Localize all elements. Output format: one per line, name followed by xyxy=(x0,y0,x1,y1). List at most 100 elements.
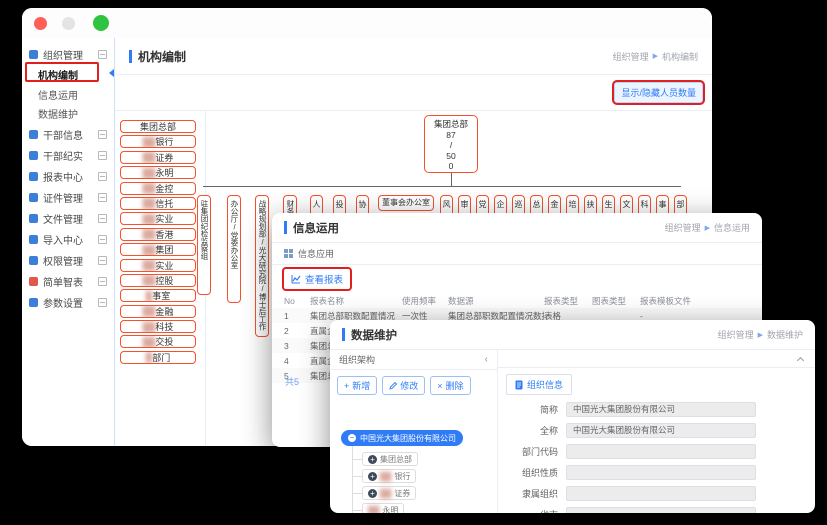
maximize-window-icon[interactable] xyxy=(93,15,109,31)
org-list-item[interactable]: 集团总部 xyxy=(120,120,196,133)
breadcrumb-parent[interactable]: 组织管理 xyxy=(613,50,649,63)
parent-org-field[interactable] xyxy=(566,486,756,501)
collapse-minus-icon[interactable] xyxy=(98,130,107,139)
breadcrumb: 组织管理 ▶ 机构编制 xyxy=(613,50,698,63)
breadcrumb: 组织管理 ▶ 信息运用 xyxy=(665,221,750,234)
org-list-item[interactable]: ██香港 xyxy=(120,228,196,241)
collapse-minus-icon[interactable] xyxy=(98,298,107,307)
table-total-count[interactable]: 共5 xyxy=(285,375,299,388)
org-list-item[interactable]: ██金融 xyxy=(120,305,196,318)
field-label: 部门代码 xyxy=(498,445,558,458)
minimize-window-icon[interactable] xyxy=(62,17,75,30)
full-name-field[interactable]: 中国光大集团股份有限公司 xyxy=(566,423,756,438)
collapse-minus-icon[interactable] xyxy=(98,214,107,223)
collapse-bar[interactable] xyxy=(498,350,815,368)
sidebar-item-import-center[interactable]: 导入中心 xyxy=(22,229,114,249)
toggle-hidden-count-button[interactable]: 显示/隐藏人员数量 xyxy=(614,82,703,103)
collapse-minus-icon[interactable] xyxy=(98,256,107,265)
chart-node[interactable]: 办公厅/党委办公室19/80 xyxy=(227,195,241,303)
collapse-node-icon[interactable]: − xyxy=(348,434,356,442)
sidebar-item-org-structure[interactable]: 机构编制 xyxy=(22,64,114,84)
org-list-item[interactable]: ██科技 xyxy=(120,320,196,333)
collapse-minus-icon[interactable] xyxy=(98,151,107,160)
cadre-info-icon xyxy=(29,130,38,139)
province-city-field[interactable] xyxy=(566,507,756,514)
sidebar-item-parameter-settings[interactable]: 参数设置 xyxy=(22,292,114,312)
org-list-item[interactable]: ██集团 xyxy=(120,243,196,256)
org-list-item[interactable]: ██银行 xyxy=(120,135,196,148)
form-row: 简称 中国光大集团股份有限公司 xyxy=(498,401,815,417)
view-report-button[interactable]: 查看报表 xyxy=(284,269,350,289)
expand-node-icon[interactable]: + xyxy=(368,455,377,464)
breadcrumb: 组织管理 ▶ 数据维护 xyxy=(718,328,803,341)
delete-node-button[interactable]: ×删除 xyxy=(430,376,470,395)
chart-toolbar: 显示/隐藏人员数量 xyxy=(115,75,712,111)
expand-node-icon[interactable]: + xyxy=(368,489,377,498)
field-label: 省市 xyxy=(498,508,558,514)
chevron-up-icon xyxy=(797,357,804,364)
org-list-item[interactable]: ██证券 xyxy=(120,151,196,164)
edit-node-button[interactable]: 修改 xyxy=(382,376,425,395)
collapse-minus-icon[interactable] xyxy=(98,235,107,244)
title-accent-bar xyxy=(342,328,345,341)
tab-org-info[interactable]: 组织信息 xyxy=(506,374,572,395)
org-list-item[interactable]: █事室 xyxy=(120,289,196,302)
chart-node[interactable]: 驻集团纪检监察组13/50 xyxy=(197,195,211,295)
sidebar-group-label: 组织管理 xyxy=(43,47,98,62)
sidebar-item-certificate-mgmt[interactable]: 证件管理 xyxy=(22,187,114,207)
org-list-item[interactable]: █部门 xyxy=(120,351,196,364)
collapse-minus-icon[interactable] xyxy=(98,277,107,286)
expand-node-icon[interactable]: + xyxy=(368,472,377,481)
tree-node[interactable]: + ██ 银行 xyxy=(362,469,416,483)
tree-node[interactable]: + ██ 证券 xyxy=(362,486,416,500)
grid-icon xyxy=(284,249,293,258)
collapse-minus-icon[interactable] xyxy=(98,50,107,59)
org-list-item[interactable]: ██永明 xyxy=(120,166,196,179)
close-window-icon[interactable] xyxy=(34,17,47,30)
collapse-pane-icon[interactable]: ‹ xyxy=(485,354,488,365)
sidebar-group-org-management[interactable]: 组织管理 xyxy=(22,44,114,64)
sidebar-item-simple-report[interactable]: 简单智表 xyxy=(22,271,114,291)
sidebar-item-file-mgmt[interactable]: 文件管理 xyxy=(22,208,114,228)
document-icon xyxy=(515,380,523,390)
breadcrumb-parent[interactable]: 组织管理 xyxy=(665,221,701,234)
org-list-item[interactable]: ██金控 xyxy=(120,182,196,195)
sidebar-item-data-maintenance[interactable]: 数据维护 xyxy=(22,103,114,123)
org-info-form: 简称 中国光大集团股份有限公司 全称 中国光大集团股份有限公司 部门代码 组织性… xyxy=(498,396,815,513)
tree-node[interactable]: ██ 永明 xyxy=(362,503,404,513)
form-row: 组织性质 xyxy=(498,464,815,480)
report-table-header: No 报表名称 使用频率 数据源 报表类型 图表类型 报表模板文件 xyxy=(272,293,762,308)
department-code-field[interactable] xyxy=(566,444,756,459)
collapse-minus-icon[interactable] xyxy=(98,193,107,202)
org-nature-field[interactable] xyxy=(566,465,756,480)
org-list-item[interactable]: ██控股 xyxy=(120,274,196,287)
breadcrumb-current: 机构编制 xyxy=(662,50,698,63)
chart-node[interactable]: 董事会办公室 xyxy=(378,195,434,211)
simple-report-icon xyxy=(29,277,38,286)
tree-node[interactable]: + 集团总部 xyxy=(362,452,418,466)
breadcrumb-parent[interactable]: 组织管理 xyxy=(718,328,754,341)
add-node-button[interactable]: +新增 xyxy=(337,376,377,395)
screenshot-stage: 组织管理 机构编制 信息运用 数据维护 干部信息 干部纪实 xyxy=(0,0,827,525)
collapse-minus-icon[interactable] xyxy=(98,172,107,181)
breadcrumb-arrow-icon: ▶ xyxy=(758,331,763,339)
org-list-item[interactable]: ██信托 xyxy=(120,197,196,210)
sidebar-item-permission-mgmt[interactable]: 权限管理 xyxy=(22,250,114,270)
certificate-icon xyxy=(29,193,38,202)
info-panel-title: 信息运用 xyxy=(293,220,339,236)
org-list-item[interactable]: ██实业 xyxy=(120,212,196,225)
chart-node[interactable]: 战略规划部/光大研究院/博士后工作站 xyxy=(255,195,269,337)
short-name-field[interactable]: 中国光大集团股份有限公司 xyxy=(566,402,756,417)
sidebar-item-info-usage[interactable]: 信息运用 xyxy=(22,84,114,104)
sidebar-item-cadre-info[interactable]: 干部信息 xyxy=(22,124,114,144)
org-list-item[interactable]: ██交投 xyxy=(120,335,196,348)
plus-icon: + xyxy=(344,381,349,391)
cadre-records-icon xyxy=(29,151,38,160)
breadcrumb-arrow-icon: ▶ xyxy=(653,52,658,60)
org-list-item[interactable]: ██实业 xyxy=(120,259,196,272)
sidebar-item-cadre-records[interactable]: 干部纪实 xyxy=(22,145,114,165)
chart-root-node[interactable]: 集团总部 87 / 50 0 xyxy=(424,115,478,173)
chart-root-stub xyxy=(451,172,452,186)
tree-root-node[interactable]: − 中国光大集团股份有限公司 xyxy=(341,430,463,446)
sidebar-item-report-center[interactable]: 报表中心 xyxy=(22,166,114,186)
